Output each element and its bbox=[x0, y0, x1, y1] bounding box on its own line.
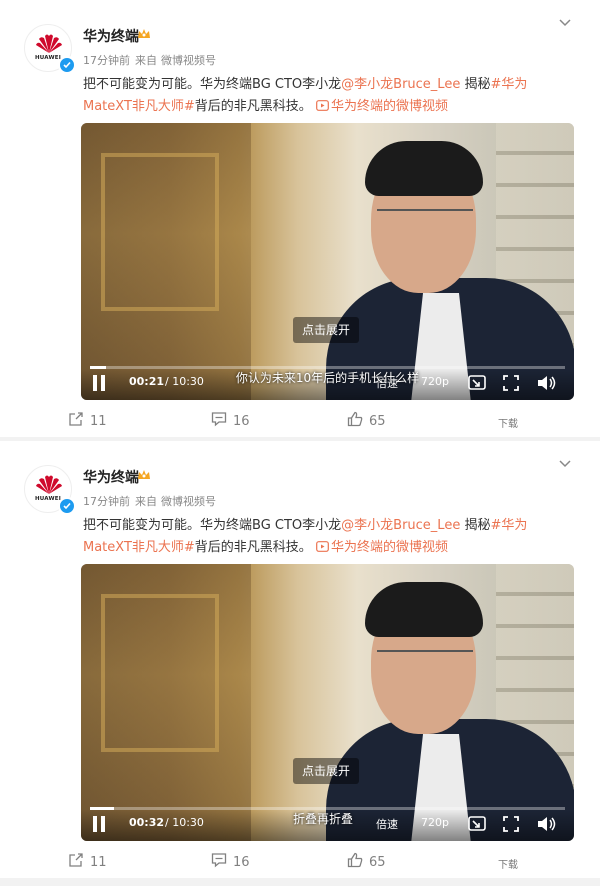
video-player[interactable]: 点击展开 00:21 / 10:30 倍速 720p 你认为未来10年后的手机长… bbox=[81, 123, 574, 400]
huawei-logo-icon bbox=[36, 34, 62, 53]
current-time: 00:32 bbox=[129, 816, 165, 829]
text-part: 揭秘 bbox=[460, 518, 491, 533]
weibo-post: HUAWEI 华为终端 17分钟前 来自 微博视频号 把不可能变为可能。华为终端BG… bbox=[0, 441, 600, 878]
fullscreen-icon[interactable] bbox=[503, 816, 519, 832]
post-actions: 11 16 65 下载 bbox=[0, 405, 600, 435]
like-count: 65 bbox=[369, 855, 386, 870]
post-source[interactable]: 微博视频号 bbox=[161, 495, 216, 508]
video-link[interactable]: 华为终端的微博视频 bbox=[316, 540, 448, 555]
post-time[interactable]: 17分钟前 bbox=[83, 495, 130, 508]
text-part: 背后的非凡黑科技。 bbox=[194, 99, 316, 114]
weibo-post: HUAWEI 华为终端 17分钟前 来自 微博视频号 把不可能变为可能。华为终端BG… bbox=[0, 0, 600, 437]
like-icon bbox=[347, 411, 363, 427]
repost-count: 11 bbox=[90, 855, 107, 870]
video-subtitle: 折叠再折叠 bbox=[293, 812, 354, 826]
text-part: 揭秘 bbox=[460, 77, 491, 92]
video-frame-panel bbox=[101, 153, 219, 311]
pause-icon[interactable] bbox=[91, 815, 107, 833]
speed-button[interactable]: 倍速 bbox=[376, 816, 398, 832]
progress-bar[interactable] bbox=[90, 366, 565, 369]
text-part: 背后的非凡黑科技。 bbox=[194, 540, 316, 555]
repost-button[interactable]: 11 bbox=[68, 852, 107, 872]
huawei-logo-icon bbox=[36, 475, 62, 494]
comment-count: 16 bbox=[233, 414, 250, 429]
comment-button[interactable]: 16 bbox=[211, 411, 250, 431]
source-prefix: 来自 bbox=[135, 495, 157, 508]
like-icon bbox=[347, 852, 363, 868]
comment-button[interactable]: 16 bbox=[211, 852, 250, 872]
video-subtitle: 你认为未来10年后的手机长什么样 bbox=[235, 371, 420, 385]
repost-button[interactable]: 11 bbox=[68, 411, 107, 431]
comment-count: 16 bbox=[233, 855, 250, 870]
video-player[interactable]: 点击展开 00:32 / 10:30 倍速 720p 折叠再折叠 bbox=[81, 564, 574, 841]
picture-in-picture-icon[interactable] bbox=[468, 816, 486, 832]
chevron-down-icon[interactable] bbox=[558, 459, 572, 469]
video-link-label: 华为终端的微博视频 bbox=[330, 99, 448, 114]
author-name[interactable]: 华为终端 bbox=[83, 26, 139, 46]
mention-link[interactable]: @李小龙Bruce_Lee bbox=[341, 518, 460, 533]
comment-icon bbox=[211, 412, 227, 427]
download-button[interactable]: 下载 bbox=[498, 415, 518, 430]
like-button[interactable]: 65 bbox=[347, 411, 386, 431]
crown-icon bbox=[138, 29, 150, 38]
expand-button[interactable]: 点击展开 bbox=[293, 758, 359, 784]
total-time: / 10:30 bbox=[165, 816, 204, 829]
like-button[interactable]: 65 bbox=[347, 852, 386, 872]
post-time[interactable]: 17分钟前 bbox=[83, 54, 130, 67]
expand-button[interactable]: 点击展开 bbox=[293, 317, 359, 343]
video-frame-glasses bbox=[377, 650, 473, 672]
video-link-icon bbox=[316, 541, 329, 552]
post-text: 把不可能变为可能。华为终端BG CTO李小龙@李小龙Bruce_Lee 揭秘#华… bbox=[83, 515, 553, 559]
download-button[interactable]: 下载 bbox=[498, 856, 518, 871]
author-name[interactable]: 华为终端 bbox=[83, 467, 139, 487]
progress-fill bbox=[90, 807, 115, 810]
repost-count: 11 bbox=[90, 414, 107, 429]
volume-icon[interactable] bbox=[537, 816, 557, 832]
progress-fill bbox=[90, 366, 106, 369]
video-frame-glasses bbox=[377, 209, 473, 231]
repost-icon bbox=[69, 853, 83, 867]
video-frame-hair bbox=[365, 141, 483, 196]
post-text: 把不可能变为可能。华为终端BG CTO李小龙@李小龙Bruce_Lee 揭秘#华… bbox=[83, 74, 553, 118]
post-actions: 11 16 65 下载 bbox=[0, 846, 600, 876]
crown-icon bbox=[138, 470, 150, 479]
repost-icon bbox=[69, 412, 83, 426]
feed-bottom-divider bbox=[0, 878, 600, 886]
like-count: 65 bbox=[369, 414, 386, 429]
video-frame-hair bbox=[365, 582, 483, 637]
video-link-label: 华为终端的微博视频 bbox=[330, 540, 448, 555]
post-source[interactable]: 微博视频号 bbox=[161, 54, 216, 67]
post-meta: 17分钟前 来自 微博视频号 bbox=[83, 493, 216, 509]
source-prefix: 来自 bbox=[135, 54, 157, 67]
comment-icon bbox=[211, 853, 227, 868]
text-part: 把不可能变为可能。华为终端BG CTO李小龙 bbox=[83, 518, 342, 533]
progress-bar[interactable] bbox=[90, 807, 565, 810]
video-frame-panel bbox=[101, 594, 219, 752]
post-meta: 17分钟前 来自 微博视频号 bbox=[83, 52, 216, 68]
quality-button[interactable]: 720p bbox=[421, 816, 449, 829]
mention-link[interactable]: @李小龙Bruce_Lee bbox=[341, 77, 460, 92]
chevron-down-icon[interactable] bbox=[558, 18, 572, 28]
video-link[interactable]: 华为终端的微博视频 bbox=[316, 99, 448, 114]
video-link-icon bbox=[316, 100, 329, 111]
verified-badge-icon bbox=[58, 56, 76, 74]
verified-badge-icon bbox=[58, 497, 76, 515]
text-part: 把不可能变为可能。华为终端BG CTO李小龙 bbox=[83, 77, 342, 92]
